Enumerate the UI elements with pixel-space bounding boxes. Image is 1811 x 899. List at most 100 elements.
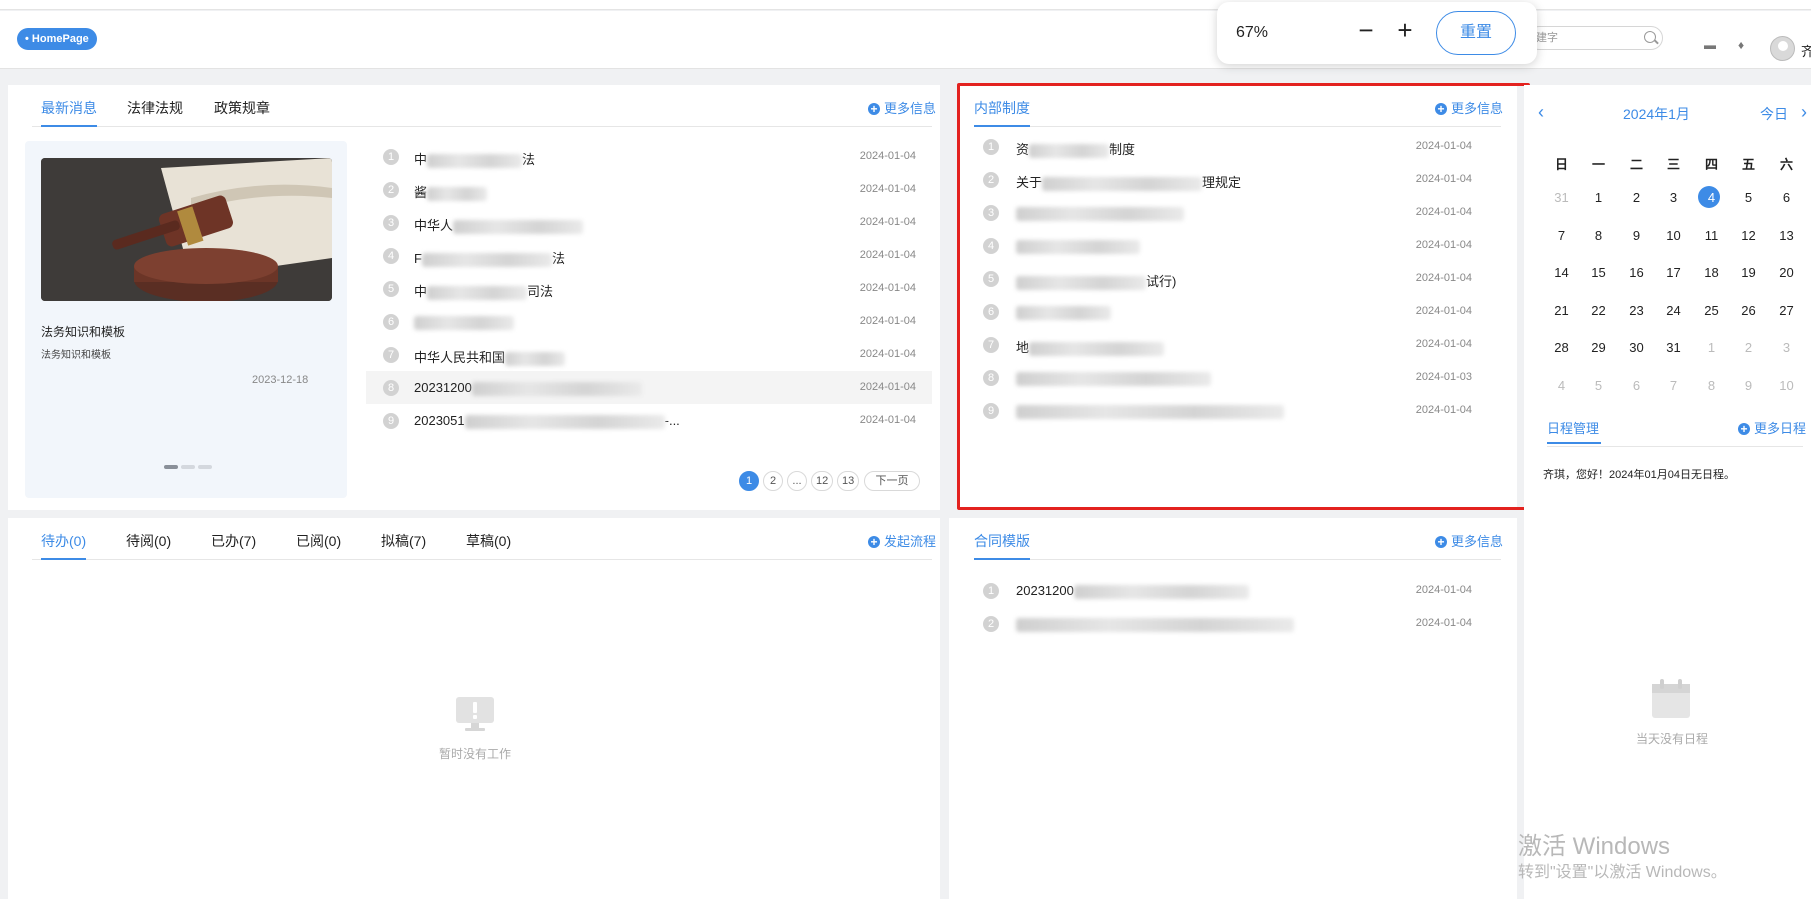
user-name[interactable]: 齐 [1801,41,1811,60]
calendar-day[interactable]: 22 [1580,303,1617,318]
row-number: 1 [383,149,399,165]
row-title: 中华人民共和国 [414,347,566,366]
list-item[interactable]: 8 20231200 2024-01-04 [366,371,932,404]
schedule-more-link[interactable]: 更多日程 [1738,418,1806,437]
list-item[interactable]: 2 2024-01-04 [957,607,1497,640]
header: • HomePage 建字 ▬ ♦ 齐 [0,11,1811,69]
list-item[interactable]: 3 中华人 2024-01-04 [366,206,932,239]
tab-latest-news[interactable]: 最新消息 [41,98,97,127]
calendar-day[interactable]: 17 [1655,265,1692,280]
calendar-day[interactable]: 13 [1768,228,1805,243]
calendar-day[interactable]: 26 [1730,303,1767,318]
tab-todo[interactable]: 待办(0) [41,531,87,560]
calendar-day[interactable]: 10 [1655,228,1692,243]
calendar-day[interactable]: 10 [1768,378,1805,393]
search-icon[interactable] [1644,31,1656,43]
calendar-day[interactable]: 2 [1730,340,1767,355]
row-date: 2024-01-04 [859,216,916,228]
calendar-day[interactable]: 15 [1580,265,1617,280]
calendar-day[interactable]: 2 [1618,190,1655,205]
avatar[interactable] [1770,36,1795,61]
calendar-day[interactable]: 8 [1693,378,1730,393]
list-item[interactable]: 1 20231200 2024-01-04 [957,574,1497,607]
page-12-button[interactable]: 12 [811,471,834,491]
calendar-day[interactable]: 29 [1580,340,1617,355]
next-month-icon[interactable]: › [1801,102,1807,123]
contract-more-link[interactable]: 更多信息 [1435,531,1503,550]
tab-done[interactable]: 已办(7) [211,531,256,551]
tab-drafts[interactable]: 草稿(0) [466,531,511,551]
tab-to-read[interactable]: 待阅(0) [126,531,171,551]
search-input[interactable]: 建字 [1527,26,1663,50]
calendar-day[interactable]: 23 [1618,303,1655,318]
highlight-box [957,83,1530,510]
zoom-popup: 67% − + 重置 [1217,2,1537,64]
zoom-out-button[interactable]: − [1351,16,1381,46]
calendar-day[interactable]: 1 [1693,340,1730,355]
list-item[interactable]: 9 2023051 -... 2024-01-04 [366,404,932,437]
calendar-day[interactable]: 1 [1580,190,1617,205]
calendar-day[interactable]: 7 [1655,378,1692,393]
carousel-dot-2[interactable] [181,465,195,469]
carousel-dot-3[interactable] [198,465,212,469]
row-title: 2023051 -... [414,413,680,429]
start-workflow-link[interactable]: 发起流程 [868,531,936,550]
calendar-day[interactable]: 21 [1543,303,1580,318]
calendar-day[interactable]: 4 [1693,190,1730,205]
calendar-day[interactable]: 16 [1618,265,1655,280]
calendar-day[interactable]: 5 [1730,190,1767,205]
zoom-in-button[interactable]: + [1390,16,1420,46]
calendar-day[interactable]: 31 [1543,190,1580,205]
zoom-reset-button[interactable]: 重置 [1436,11,1516,55]
calendar-day[interactable]: 20 [1768,265,1805,280]
calendar-day[interactable]: 18 [1693,265,1730,280]
shirt-icon[interactable]: ♦ [1733,38,1749,52]
row-title [414,314,514,330]
list-item[interactable]: 6 2024-01-04 [366,305,932,338]
calendar-day[interactable]: 19 [1730,265,1767,280]
today-button[interactable]: 今日 [1760,104,1788,124]
calendar-day[interactable]: 24 [1655,303,1692,318]
calendar-day[interactable]: 3 [1768,340,1805,355]
list-item[interactable]: 7 中华人民共和国 2024-01-04 [366,338,932,371]
featured-card[interactable]: 法务知识和模板 法务知识和模板 2023-12-18 [25,141,347,498]
calendar-day[interactable]: 12 [1730,228,1767,243]
prev-month-icon[interactable]: ‹ [1538,102,1544,123]
tab-read[interactable]: 已阅(0) [296,531,341,551]
calendar-day[interactable]: 6 [1768,190,1805,205]
calendar-day[interactable]: 4 [1543,378,1580,393]
page-13-button[interactable]: 13 [837,471,860,491]
calendar-day[interactable]: 28 [1543,340,1580,355]
calendar-day[interactable]: 30 [1618,340,1655,355]
list-item[interactable]: 5 中司法 2024-01-04 [366,272,932,305]
calendar-day[interactable]: 5 [1580,378,1617,393]
message-icon[interactable]: ▬ [1702,38,1718,52]
tab-schedule[interactable]: 日程管理 [1547,418,1599,437]
calendar-day[interactable]: 31 [1655,340,1692,355]
list-item[interactable]: 2 酱 2024-01-04 [366,173,932,206]
page-2-button[interactable]: 2 [763,471,783,491]
calendar-day[interactable]: 3 [1655,190,1692,205]
calendar-day[interactable]: 9 [1730,378,1767,393]
list-item[interactable]: 1 中法 2024-01-04 [366,140,932,173]
windows-activation-title: 激活 Windows [1518,833,1671,860]
calendar-day[interactable]: 14 [1543,265,1580,280]
news-more-link[interactable]: 更多信息 [868,98,936,117]
page-1-button[interactable]: 1 [739,471,759,491]
calendar-day[interactable]: 27 [1768,303,1805,318]
tab-policies[interactable]: 政策规章 [214,98,270,118]
calendar-day[interactable]: 11 [1693,228,1730,243]
next-page-button[interactable]: 下一页 [864,471,920,491]
homepage-button[interactable]: • HomePage [17,28,97,50]
list-item[interactable]: 4 F 法 2024-01-04 [366,239,932,272]
calendar-day[interactable]: 8 [1580,228,1617,243]
calendar-day[interactable]: 7 [1543,228,1580,243]
tab-laws[interactable]: 法律法规 [127,98,183,118]
calendar-day[interactable]: 6 [1618,378,1655,393]
homepage-label: HomePage [31,33,89,45]
tab-contract-templates[interactable]: 合同模版 [974,531,1030,560]
calendar-day[interactable]: 25 [1693,303,1730,318]
tab-drafting[interactable]: 拟稿(7) [381,531,426,551]
carousel-dot-1[interactable] [164,465,178,469]
calendar-day[interactable]: 9 [1618,228,1655,243]
